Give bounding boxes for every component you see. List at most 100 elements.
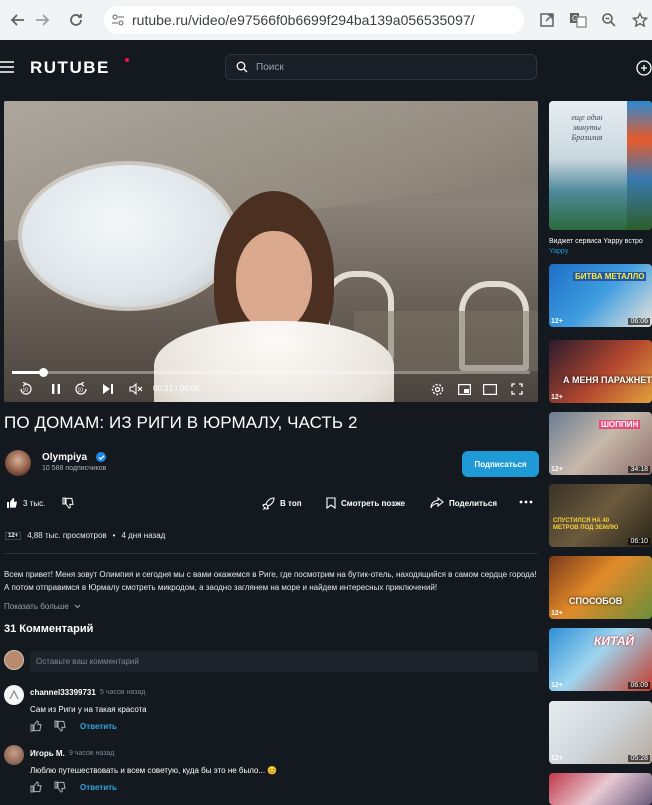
comment-time: 5 часов назад [100,689,146,696]
age-rating: 12+ [551,394,563,401]
reply-button[interactable]: Ответить [80,722,117,731]
rocket-icon [262,497,275,510]
view-count: 4,88 тыс. просмотров [27,531,107,540]
mute-icon[interactable] [126,379,146,399]
comment-avatar[interactable] [4,685,24,705]
logo-dot [125,58,129,62]
search-icon [236,61,248,73]
subscribe-button[interactable]: Подписаться [462,451,539,477]
upload-icon[interactable] [636,60,652,76]
forward-label: 10 [78,388,84,394]
rewind-10-icon[interactable]: 10 [16,379,36,399]
show-more-label: Показать больше [4,602,69,611]
watch-later-button[interactable]: Смотреть позже [326,497,405,509]
comment-dislike-icon[interactable] [54,720,66,732]
video-thumb[interactable]: А МЕНЯ ПАРАЖНЕТ 12+ [549,340,652,403]
comment-user[interactable]: Игорь М. [30,749,65,758]
dislike-button[interactable] [62,497,74,509]
comment-like-icon[interactable] [30,781,42,793]
share-button[interactable]: Поделиться [430,497,497,509]
age-rating: 12+ [551,466,563,473]
comment-user[interactable]: channel33399731 [30,688,96,697]
site-header: RUTUBE Поиск [0,40,652,96]
menu-icon[interactable] [0,60,14,73]
progress-knob[interactable] [39,368,48,377]
browser-toolbar: rutube.ru/video/e97566f0b6699f294ba139a0… [0,0,652,40]
video-thumb[interactable]: БИТВА МЕТАЛЛО 12+ 06:06 [549,264,652,327]
yappy-widget-thumb[interactable]: еще один минуты Бразилия [549,101,652,230]
search-input[interactable]: Поиск [225,54,537,80]
to-top-button[interactable]: В топ [262,497,302,510]
watch-later-label: Смотреть позже [341,498,405,508]
reply-button[interactable]: Ответить [80,783,117,792]
age-rating-badge: 12+ [5,531,22,540]
age-rating: 12+ [551,682,563,689]
video-player[interactable]: 10 10 00:22 / 06:06 [4,101,538,402]
duration: 05:28 [628,755,650,762]
comment-time: 9 часов назад [69,750,115,757]
video-thumb[interactable]: ШОППИН 12+ 34:18 [549,412,652,475]
thumb-headline: ШОППИН [599,420,641,429]
theater-mode-icon[interactable] [480,379,500,399]
duration: 06:10 [628,538,650,545]
settings-gear-icon[interactable] [427,379,447,399]
translate-icon[interactable]: G [566,8,590,32]
open-in-app-icon[interactable] [535,8,559,32]
channel-avatar[interactable] [5,450,31,476]
video-thumb[interactable]: 12+ 05:28 [549,701,652,764]
site-info-icon[interactable] [104,13,132,27]
video-thumb[interactable] [549,773,652,805]
rewind-label: 10 [23,388,29,394]
progress-track[interactable] [12,371,530,374]
like-count: 3 тыс. [23,498,46,508]
widget-thumb-text: еще один минуты Бразилия [571,113,603,142]
thumb-headline: СПУСТИЛСЯ НА 40 МЕТРОВ ПОД ЗЕМЛЮ [553,518,619,531]
widget-subtitle[interactable]: Yappy [549,248,568,255]
comment-like-icon[interactable] [30,720,42,732]
comment-input[interactable]: Оставьте ваш комментарий [30,651,538,672]
thumb-headline: БИТВА МЕТАЛЛО [573,272,647,281]
comment-text: Сам из Риги у на такая красота [30,705,147,714]
next-icon[interactable] [98,379,118,399]
zoom-icon[interactable] [597,8,621,32]
verified-icon [96,452,106,462]
like-button[interactable]: 3 тыс. [6,497,45,509]
miniplayer-icon[interactable] [454,379,474,399]
pause-icon[interactable] [46,379,66,399]
more-options-icon[interactable] [519,500,533,504]
video-thumb[interactable]: СПОСОБОВ 12+ [549,556,652,619]
channel-name[interactable]: Olympiya [42,452,87,463]
thumbs-up-icon [7,498,17,508]
fullscreen-icon[interactable] [507,379,527,399]
meta-separator: • [112,531,116,540]
player-controls: 10 10 00:22 / 06:06 [4,379,538,399]
posted-date: 4 дня назад [121,531,166,540]
address-bar[interactable]: rutube.ru/video/e97566f0b6699f294ba139a0… [104,6,524,34]
url-text: rutube.ru/video/e97566f0b6699f294ba139a0… [132,12,475,28]
rutube-logo[interactable]: RUTUBE [30,58,110,78]
forward-icon[interactable] [27,5,57,35]
reload-icon[interactable] [61,5,91,35]
show-more-button[interactable]: Показать больше [4,602,81,611]
share-icon [430,497,444,509]
thumb-headline: СПОСОБОВ [569,596,623,606]
to-top-label: В топ [280,499,302,508]
chevron-down-icon [74,604,81,609]
video-thumb[interactable]: СПУСТИЛСЯ НА 40 МЕТРОВ ПОД ЗЕМЛЮ 06:10 [549,484,652,547]
widget-title[interactable]: Виджет сервиса Yappy встро [549,238,643,245]
duration: 06:06 [628,318,650,325]
duration: 34:18 [628,466,650,473]
comments-header: 31 Комментарий [4,623,94,635]
thumbs-down-icon [62,497,74,509]
comment-avatar[interactable] [4,745,24,765]
bookmark-star-icon[interactable] [628,8,652,32]
age-rating: 12+ [551,318,563,325]
share-label: Поделиться [449,498,498,508]
video-title: ПО ДОМАМ: ИЗ РИГИ В ЮРМАЛУ, ЧАСТЬ 2 [4,413,358,432]
search-placeholder: Поиск [256,61,284,73]
duration: 06:09 [628,682,650,689]
forward-10-icon[interactable]: 10 [71,379,91,399]
comment-dislike-icon[interactable] [54,781,66,793]
subscriber-count: 10 588 подписчиков [42,465,107,472]
video-thumb[interactable]: КИТАЙ 12+ 06:09 [549,628,652,691]
